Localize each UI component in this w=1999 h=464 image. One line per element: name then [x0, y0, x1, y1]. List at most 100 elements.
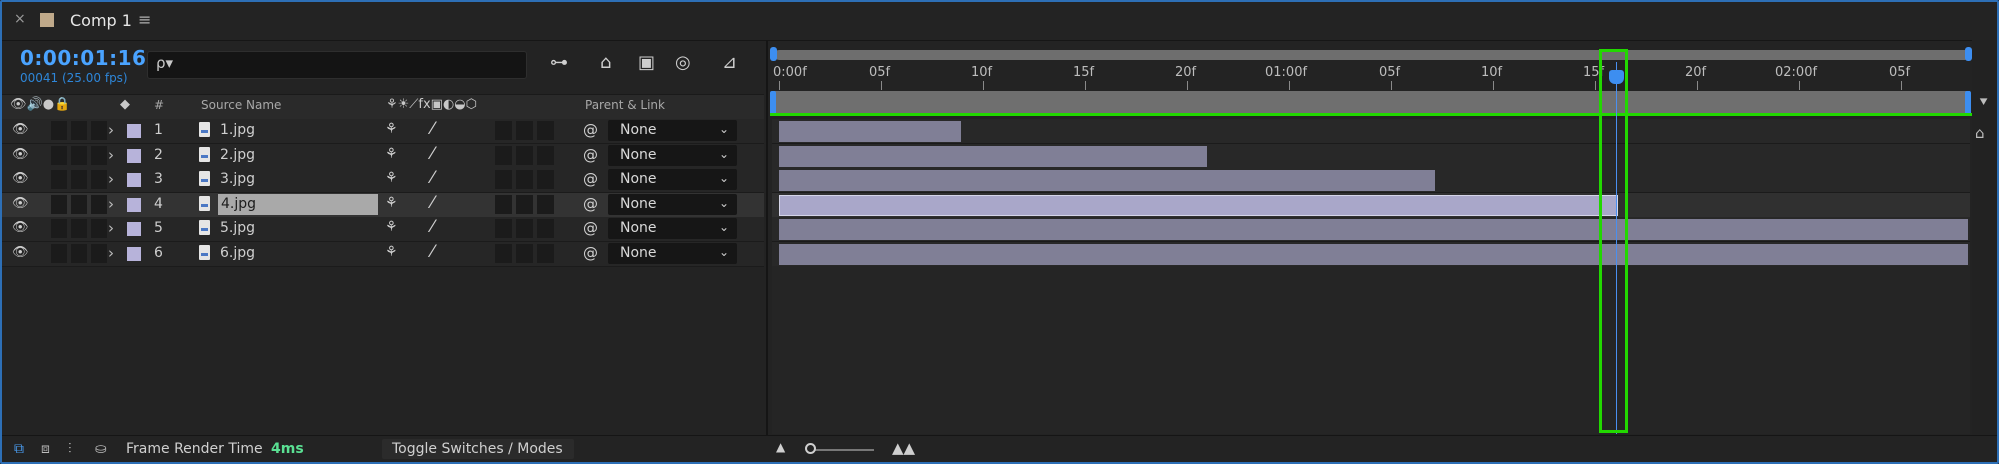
label-color-swatch[interactable] [127, 148, 141, 163]
layer-name[interactable]: 5.jpg [220, 220, 255, 244]
motion-blur-switch[interactable] [516, 121, 533, 140]
3d-layer-switch[interactable] [537, 121, 554, 140]
expand-caret-icon[interactable]: › [108, 219, 114, 243]
3d-layer-switch[interactable] [537, 145, 554, 165]
visibility-eye-icon[interactable]: 👁 [12, 171, 29, 195]
panel-menu-icon[interactable]: ≡ [138, 10, 151, 29]
comp-button-icon[interactable]: ⌂ [1975, 124, 1985, 142]
layer-row[interactable]: 👁 › 1 1.jpg ⚘ ⁄ @ None ⌄ [2, 119, 764, 144]
layer-row[interactable]: 👁 › 6 6.jpg ⚘ ⁄ @ None ⌄ [2, 241, 764, 269]
layer-row[interactable]: 👁 › 3 3.jpg ⚘ ⁄ @ None ⌄ [2, 168, 764, 193]
label-tag-icon[interactable]: ◆ [120, 97, 130, 112]
layer-duration-bar[interactable] [779, 170, 1435, 191]
label-color-swatch[interactable] [127, 246, 141, 261]
visibility-eye-icon[interactable]: 👁 [12, 245, 29, 269]
close-tab-icon[interactable]: × [14, 11, 26, 27]
layer-name[interactable]: 3.jpg [220, 171, 255, 195]
transfer-controls-icon[interactable]: ⧈ [41, 441, 50, 457]
parent-dropdown[interactable]: None ⌄ [608, 144, 737, 166]
layer-duration-bar[interactable] [779, 121, 961, 142]
adjustment-switch[interactable] [495, 194, 512, 214]
layer-name-field[interactable]: 4.jpg [218, 193, 378, 215]
current-time-display[interactable]: 0:00:01:16 [20, 46, 146, 70]
solo-switch[interactable] [71, 243, 87, 263]
expand-caret-icon[interactable]: › [108, 244, 114, 268]
panel-divider[interactable] [766, 40, 768, 435]
pickwhip-icon[interactable]: @ [583, 121, 598, 145]
composition-flowchart-icon[interactable]: ⊶ [550, 52, 568, 73]
time-navigator-end-handle[interactable] [1965, 47, 1972, 61]
layer-duration-bar[interactable] [779, 243, 1968, 265]
time-navigator-start-handle[interactable] [770, 47, 777, 61]
motion-blur-switch[interactable] [516, 194, 533, 214]
work-area-start-handle[interactable] [770, 91, 776, 115]
layer-duration-bar[interactable] [779, 219, 1968, 240]
quality-switch-icon[interactable]: ⁄ [431, 168, 434, 192]
lock-switch[interactable] [91, 243, 107, 263]
layer-name[interactable]: 1.jpg [220, 122, 255, 146]
frame-blending-icon[interactable]: ▣ [638, 52, 655, 73]
pickwhip-icon[interactable]: @ [583, 244, 598, 268]
time-navigator-bar[interactable] [774, 50, 1970, 60]
pickwhip-icon[interactable]: @ [583, 146, 598, 170]
quality-switch-icon[interactable]: ⁄ [431, 193, 434, 217]
adjustment-switch[interactable] [495, 145, 512, 165]
tab-comp-1[interactable]: Comp 1 [70, 11, 132, 30]
audio-switch[interactable] [51, 170, 67, 189]
visibility-eye-icon[interactable]: 👁 [12, 147, 29, 171]
lock-switch[interactable] [91, 194, 107, 214]
3d-layer-switch[interactable] [537, 243, 554, 263]
work-area-end-handle[interactable] [1965, 91, 1971, 115]
switches-header-icons[interactable]: ⚘☀⟋fx▣◐◒⬡ [386, 97, 477, 112]
quality-switch-icon[interactable]: ⁄ [431, 144, 434, 168]
layer-name[interactable]: 2.jpg [220, 147, 255, 171]
shy-switch-icon[interactable]: ⚘ [385, 170, 398, 194]
parent-dropdown[interactable]: None ⌄ [608, 218, 737, 239]
expand-caret-icon[interactable]: › [108, 146, 114, 170]
search-input[interactable]: ρ▾ [147, 51, 527, 79]
audio-switch[interactable] [51, 121, 67, 140]
zoom-out-icon[interactable]: ▲ [776, 440, 785, 454]
expand-caret-icon[interactable]: › [108, 170, 114, 194]
audio-switch[interactable] [51, 219, 67, 238]
layer-name[interactable]: 6.jpg [220, 245, 255, 269]
label-color-swatch[interactable] [127, 222, 141, 236]
adjustment-switch[interactable] [495, 243, 512, 263]
label-color-swatch[interactable] [127, 124, 141, 138]
audio-switch[interactable] [51, 194, 67, 214]
solo-switch[interactable] [71, 219, 87, 238]
solo-switch[interactable] [71, 194, 87, 214]
zoom-in-icon[interactable]: ▲▲ [892, 439, 915, 457]
parent-dropdown[interactable]: None ⌄ [608, 120, 737, 141]
shy-switch-icon[interactable]: ⚘ [385, 219, 398, 243]
lock-switch[interactable] [91, 121, 107, 140]
zoom-slider[interactable] [808, 449, 874, 451]
3d-layer-switch[interactable] [537, 170, 554, 189]
audio-switch[interactable] [51, 243, 67, 263]
visibility-eye-icon[interactable]: 👁 [12, 196, 29, 220]
shy-switch-icon[interactable]: ⚘ [385, 146, 398, 170]
parent-dropdown[interactable]: None ⌄ [608, 169, 737, 190]
3d-layer-switch[interactable] [537, 219, 554, 238]
audio-switch[interactable] [51, 145, 67, 165]
comp-marker-icon[interactable]: ⯆ [1978, 95, 1989, 111]
adjustment-switch[interactable] [495, 170, 512, 189]
motion-blur-icon[interactable]: ◎ [675, 52, 691, 73]
render-time-icon[interactable]: ⛀ [95, 441, 107, 457]
solo-switch[interactable] [71, 121, 87, 140]
pickwhip-icon[interactable]: @ [583, 195, 598, 219]
motion-blur-switch[interactable] [516, 243, 533, 263]
header-source-name[interactable]: Source Name [201, 98, 281, 112]
lock-switch[interactable] [91, 170, 107, 189]
visibility-eye-icon[interactable]: 👁 [12, 122, 29, 146]
expand-caret-icon[interactable]: › [108, 121, 114, 145]
toggle-switches-modes-button[interactable]: Toggle Switches / Modes [382, 439, 574, 459]
work-area-bar[interactable] [774, 91, 1970, 115]
layer-row[interactable]: 👁 › 2 2.jpg ⚘ ⁄ @ None ⌄ [2, 143, 764, 171]
layer-duration-bar[interactable] [779, 145, 1207, 167]
graph-editor-icon[interactable]: ⊿ [722, 52, 737, 73]
motion-blur-switch[interactable] [516, 145, 533, 165]
quality-switch-icon[interactable]: ⁄ [431, 217, 434, 241]
adjustment-switch[interactable] [495, 121, 512, 140]
solo-switch[interactable] [71, 145, 87, 165]
